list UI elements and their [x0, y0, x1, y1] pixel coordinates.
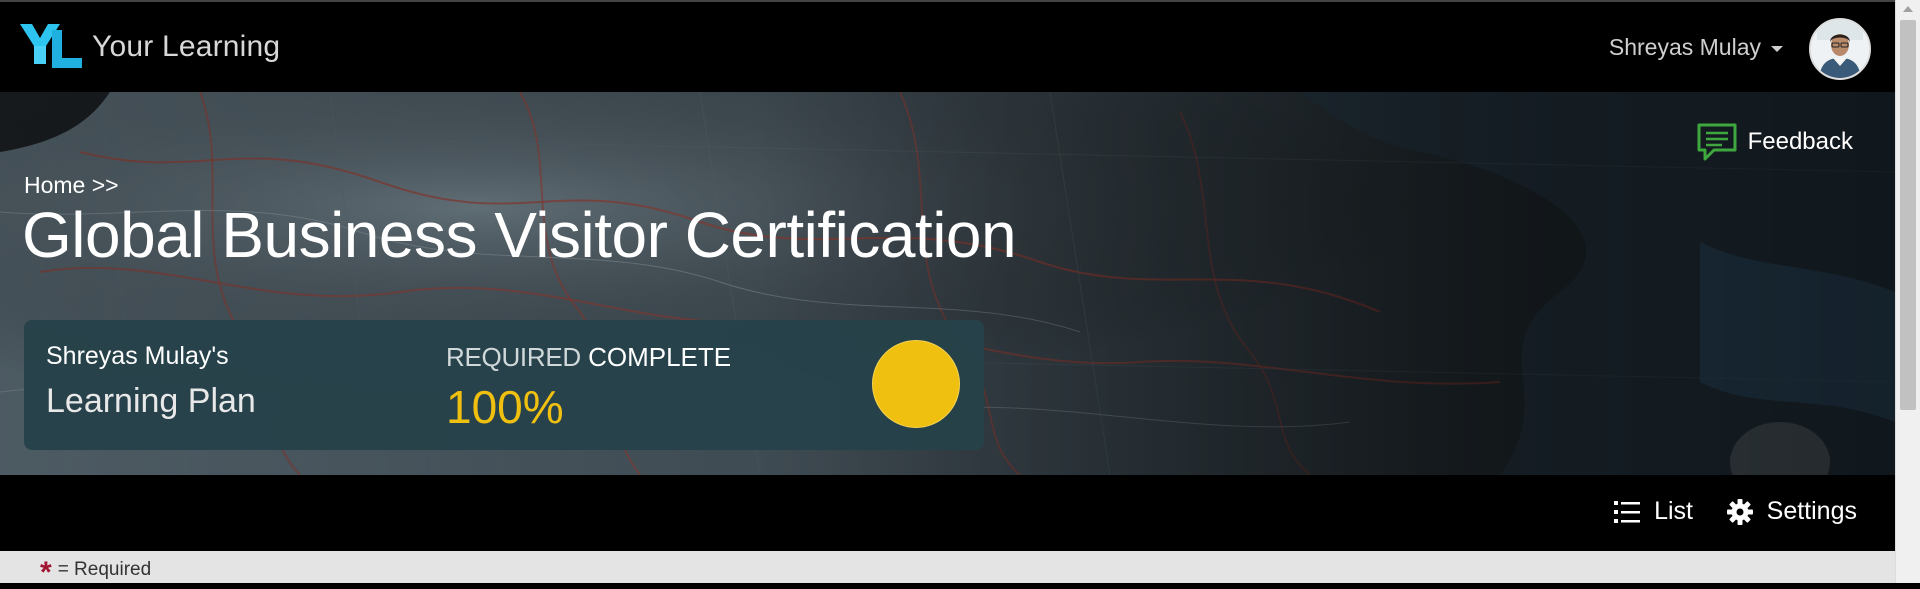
user-menu-dropdown[interactable]: Shreyas Mulay — [1609, 34, 1783, 61]
required-asterisk-icon: * — [40, 556, 52, 589]
app-viewport: Your Learning Shreyas Mulay Feedback Hom… — [0, 0, 1895, 589]
user-name: Shreyas Mulay — [1608, 34, 1761, 60]
brand-home-link[interactable]: Your Learning — [20, 24, 280, 70]
page-title: Global Business Visitor Certification — [22, 199, 1017, 271]
brand-name: Your Learning — [92, 30, 281, 63]
yl-logo-icon — [20, 24, 82, 68]
complete-label: COMPLETE — [588, 342, 732, 372]
learning-plan-card: Shreyas Mulay's Learning Plan REQUIRED C… — [24, 320, 984, 450]
required-legend-text: = Required — [57, 559, 152, 580]
plan-owner: Shreyas Mulay's — [46, 342, 229, 370]
hero-banner: Feedback Home >> Global Business Visitor… — [0, 92, 1895, 475]
user-avatar-icon — [1811, 20, 1869, 78]
scrollbar-thumb[interactable] — [1900, 20, 1916, 410]
required-complete-label: REQUIRED COMPLETE — [446, 342, 731, 373]
vertical-scrollbar[interactable] — [1895, 0, 1920, 583]
plan-name: Learning Plan — [46, 382, 256, 420]
legend-bar: * = Required — [0, 551, 1895, 589]
required-label: REQUIRED — [446, 342, 581, 372]
progress-circle — [872, 340, 960, 428]
feedback-button[interactable]: Feedback — [1696, 122, 1853, 162]
settings-button[interactable]: Settings — [1726, 497, 1857, 526]
caret-down-icon — [1771, 46, 1783, 52]
breadcrumb[interactable]: Home >> — [24, 172, 119, 199]
list-icon — [1614, 500, 1641, 523]
avatar[interactable] — [1809, 18, 1871, 80]
view-toolbar: List Settings — [0, 475, 1895, 551]
completion-percent: 100% — [446, 381, 564, 433]
settings-label: Settings — [1766, 497, 1857, 525]
gear-icon — [1726, 498, 1753, 525]
feedback-label: Feedback — [1747, 128, 1853, 155]
required-legend: * = Required — [40, 556, 152, 589]
list-view-button[interactable]: List — [1614, 497, 1693, 526]
scroll-up-arrow-icon[interactable] — [1896, 0, 1920, 17]
chat-bubble-icon — [1697, 123, 1737, 161]
list-label: List — [1654, 497, 1693, 525]
top-navbar: Your Learning Shreyas Mulay — [0, 0, 1895, 92]
